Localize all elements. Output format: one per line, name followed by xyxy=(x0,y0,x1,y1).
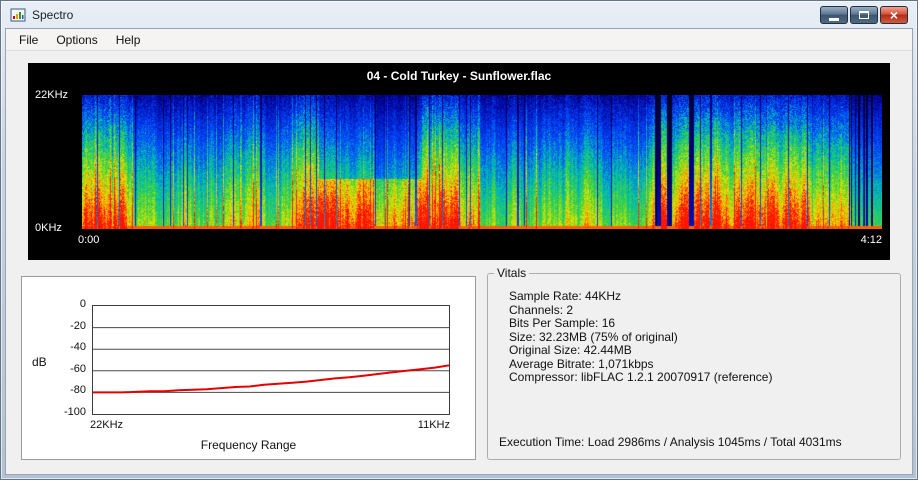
spectro-window: Spectro × File Options Help 04 - Cold Tu… xyxy=(0,0,918,480)
minimize-button[interactable] xyxy=(820,6,848,24)
close-icon: × xyxy=(890,8,898,22)
vitals-groupbox: Vitals Sample Rate: 44KHz Channels: 2 Bi… xyxy=(487,266,901,460)
titlebar[interactable]: Spectro × xyxy=(1,1,917,28)
y-tick-3: -60 xyxy=(56,363,86,375)
menu-help[interactable]: Help xyxy=(107,30,150,50)
vitals-lines: Sample Rate: 44KHz Channels: 2 Bits Per … xyxy=(488,280,900,385)
vitals-sample-rate: Sample Rate: 44KHz xyxy=(509,290,894,304)
vitals-compressor: Compressor: libFLAC 1.2.1 20070917 (refe… xyxy=(509,371,894,385)
spectrogram-canvas xyxy=(82,95,882,229)
vitals-average-bitrate: Average Bitrate: 1,071kbps xyxy=(509,358,894,372)
maximize-icon xyxy=(859,11,869,19)
freq-axis-top-label: 22KHz xyxy=(35,89,68,101)
client-area: 04 - Cold Turkey - Sunflower.flac 22KHz … xyxy=(6,51,912,474)
rolloff-chart-panel: dB 0 -20 -40 -60 -80 -100 22KHz 11KHz Fr… xyxy=(21,276,476,460)
y-tick-5: -100 xyxy=(56,406,86,418)
app-icon xyxy=(10,7,26,23)
rolloff-plot xyxy=(92,305,450,415)
x-tick-right: 11KHz xyxy=(404,419,450,431)
x-tick-left: 22KHz xyxy=(90,419,123,431)
spectrogram-panel: 04 - Cold Turkey - Sunflower.flac 22KHz … xyxy=(28,63,890,260)
y-axis-label: dB xyxy=(32,355,47,369)
time-axis-end-label: 4:12 xyxy=(861,234,882,246)
menu-options[interactable]: Options xyxy=(47,30,106,50)
minimize-icon xyxy=(829,18,839,21)
window-controls: × xyxy=(820,6,908,24)
rolloff-plot-svg xyxy=(93,306,449,414)
y-tick-4: -80 xyxy=(56,384,86,396)
execution-time: Execution Time: Load 2986ms / Analysis 1… xyxy=(499,435,842,449)
window-title: Spectro xyxy=(32,8,73,22)
time-axis-start-label: 0:00 xyxy=(78,234,99,246)
menubar: File Options Help xyxy=(6,29,912,51)
freq-axis-bottom-label: 0KHz xyxy=(35,222,62,234)
vitals-size: Size: 32.23MB (75% of original) xyxy=(509,331,894,345)
y-tick-2: -40 xyxy=(56,341,86,353)
vitals-title: Vitals xyxy=(494,266,529,280)
menu-file[interactable]: File xyxy=(10,30,47,50)
close-button[interactable]: × xyxy=(880,6,908,24)
track-title: 04 - Cold Turkey - Sunflower.flac xyxy=(28,69,890,83)
x-axis-label: Frequency Range xyxy=(22,438,475,452)
vitals-bits-per-sample: Bits Per Sample: 16 xyxy=(509,317,894,331)
vitals-original-size: Original Size: 42.44MB xyxy=(509,344,894,358)
y-tick-0: 0 xyxy=(56,298,86,310)
vitals-channels: Channels: 2 xyxy=(509,304,894,318)
window-body: File Options Help 04 - Cold Turkey - Sun… xyxy=(5,28,913,475)
y-tick-1: -20 xyxy=(56,320,86,332)
maximize-button[interactable] xyxy=(850,6,878,24)
